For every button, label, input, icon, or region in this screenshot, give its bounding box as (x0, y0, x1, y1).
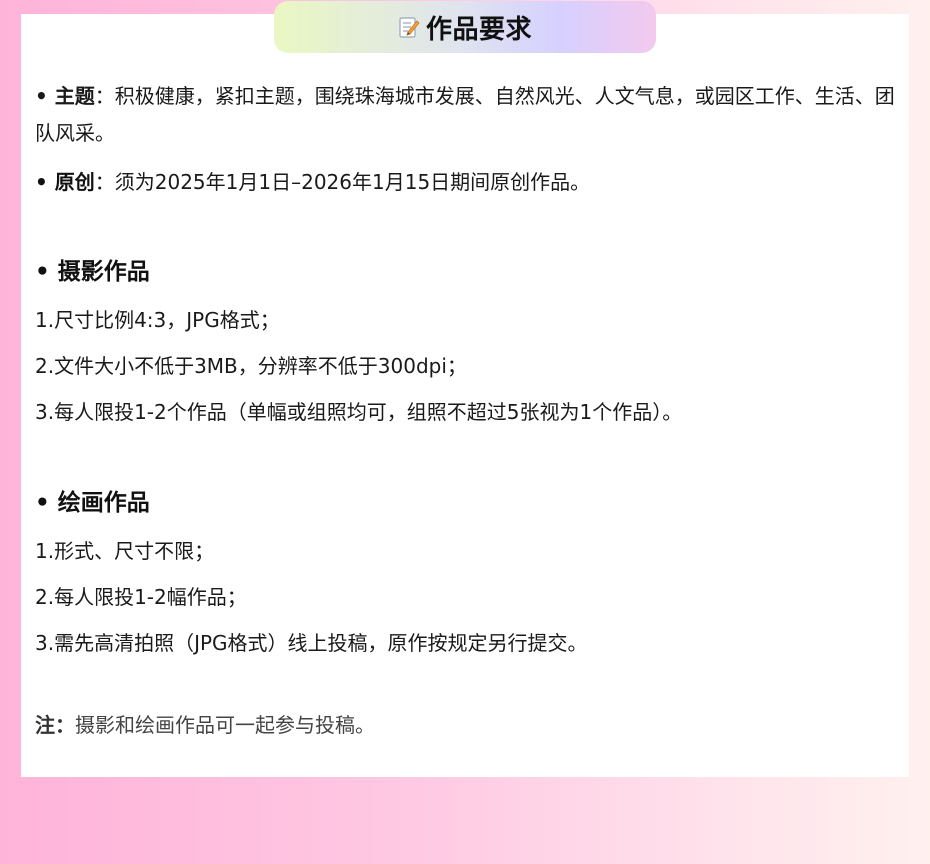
page-title: 作品要求 (425, 14, 532, 45)
theme-paragraph: • 主题：积极健康，紧扣主题，围绕珠海城市发展、自然风光、人文气息，或园区工作、… (35, 84, 895, 145)
original-label: 原创 (54, 170, 95, 194)
painting-item-3: 3.需先高清拍照（JPG格式）线上投稿，原作按规定另行提交。 (35, 631, 588, 655)
original-text: ：须为2025年1月1日–2026年1月15日期间原创作品。 (94, 170, 591, 194)
painting-item-1: 1.形式、尺寸不限； (35, 539, 215, 563)
photography-item-1: 1.尺寸比例4:3，JPG格式； (35, 308, 280, 332)
original-paragraph: • 原创：须为2025年1月1日–2026年1月15日期间原创作品。 (35, 170, 591, 194)
note-text: 摄影和绘画作品可一起参与投稿。 (75, 713, 375, 737)
theme-text: ：积极健康，紧扣主题，围绕珠海城市发展、自然风光、人文气息，或园区工作、生活、团… (35, 84, 895, 145)
painting-item-2: 2.每人限投1-2幅作品； (35, 585, 247, 609)
note-line: 注：摄影和绘画作品可一起参与投稿。 (35, 707, 375, 743)
painting-title: • 绘画作品 (35, 490, 150, 516)
section-header: 作品要求 (274, 1, 656, 53)
memo-icon (398, 15, 420, 39)
note-label: 注： (35, 713, 75, 737)
theme-label: 主题 (54, 84, 95, 108)
photography-item-3: 3.每人限投1-2个作品（单幅或组照均可，组照不超过5张视为1个作品）。 (35, 400, 683, 424)
photography-title: • 摄影作品 (35, 259, 150, 285)
photography-item-2: 2.文件大小不低于3MB，分辨率不低于300dpi； (35, 354, 467, 378)
